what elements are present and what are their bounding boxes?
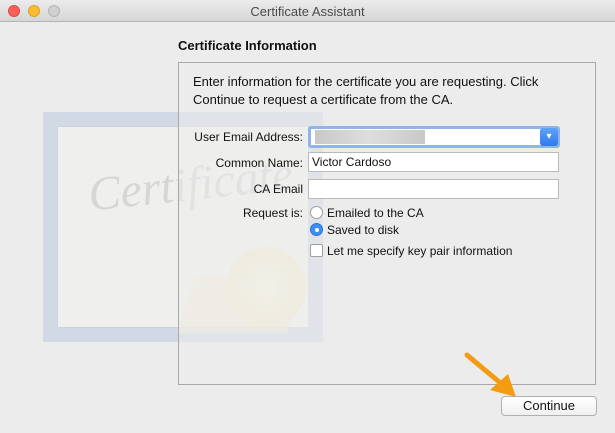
chevron-down-icon[interactable]: ▾ bbox=[540, 128, 558, 146]
key-pair-label[interactable]: Let me specify key pair information bbox=[327, 244, 512, 258]
emailed-to-ca-label[interactable]: Emailed to the CA bbox=[327, 206, 424, 220]
window-title: Certificate Assistant bbox=[250, 4, 365, 19]
request-label: Request is: bbox=[242, 206, 303, 220]
email-combo-box[interactable]: ▾ bbox=[308, 126, 560, 148]
emailed-to-ca-radio[interactable] bbox=[310, 206, 323, 219]
continue-button[interactable]: Continue bbox=[501, 396, 597, 416]
key-pair-checkbox[interactable] bbox=[310, 244, 323, 257]
email-field[interactable] bbox=[315, 130, 425, 144]
ca-email-label: CA Email bbox=[253, 182, 303, 196]
arrow-down-right-icon bbox=[464, 352, 516, 397]
common-name-label: Common Name: bbox=[215, 156, 303, 170]
email-label: User Email Address: bbox=[194, 130, 303, 144]
saved-to-disk-label[interactable]: Saved to disk bbox=[327, 223, 399, 237]
section-heading: Certificate Information bbox=[178, 38, 317, 53]
instructions-text: Enter information for the certificate yo… bbox=[193, 74, 539, 107]
common-name-field[interactable]: Victor Cardoso bbox=[308, 152, 559, 172]
title-bar: Certificate Assistant bbox=[0, 0, 615, 22]
ca-email-field[interactable] bbox=[308, 179, 559, 199]
saved-to-disk-radio[interactable] bbox=[310, 223, 323, 236]
